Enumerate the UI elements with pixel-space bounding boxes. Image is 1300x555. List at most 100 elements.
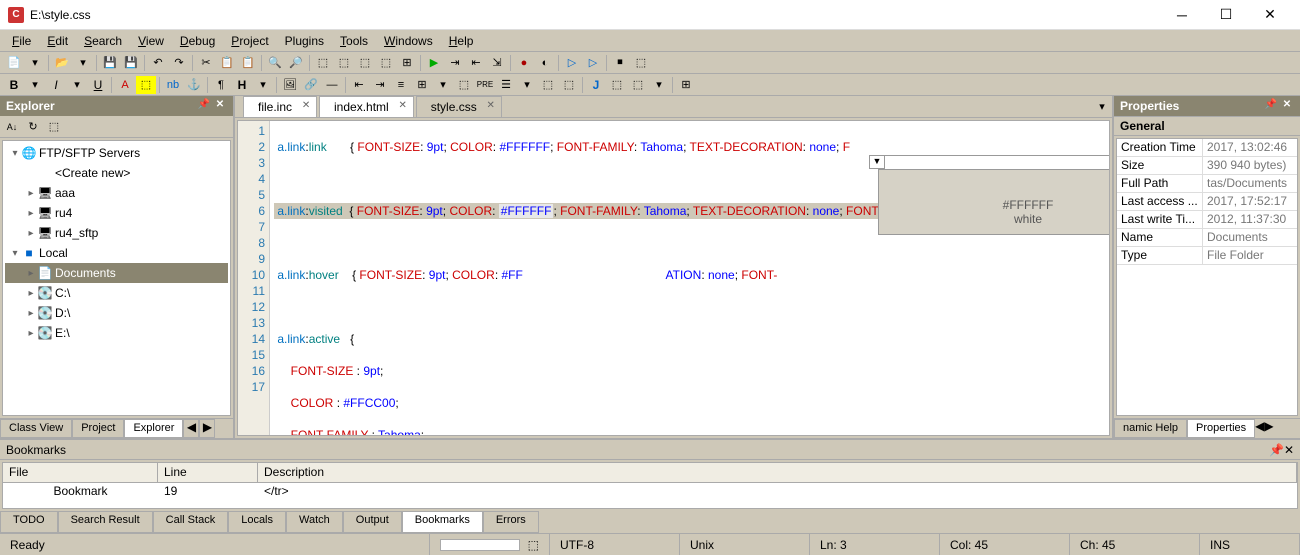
maximize-button[interactable]: ☐: [1204, 1, 1248, 29]
editor-tab-style-css[interactable]: style.css✕: [416, 96, 502, 118]
tab-errors[interactable]: Errors: [483, 511, 539, 533]
tab-properties[interactable]: Properties: [1187, 419, 1255, 438]
anchor-icon[interactable]: ⚓: [184, 76, 204, 94]
tab-locals[interactable]: Locals: [228, 511, 286, 533]
close-icon[interactable]: ✕: [485, 100, 497, 112]
open-icon[interactable]: 📂: [52, 54, 72, 72]
prop-row[interactable]: Full Pathtas/Documents: [1117, 175, 1297, 193]
js-icon[interactable]: J: [586, 76, 606, 94]
underline-icon[interactable]: U: [88, 76, 108, 94]
list-icon[interactable]: ☰: [496, 76, 516, 94]
bold-icon[interactable]: B: [4, 76, 24, 94]
prop-row[interactable]: TypeFile Folder: [1117, 247, 1297, 265]
run-icon[interactable]: ▶: [424, 54, 444, 72]
tree-server-ru4[interactable]: ▸🖥ru4: [5, 203, 228, 223]
refresh-icon[interactable]: ↻: [23, 118, 43, 136]
step-icon[interactable]: ⇥: [445, 54, 465, 72]
dropdown-icon[interactable]: ▾: [517, 76, 537, 94]
tree-create-new[interactable]: <Create new>: [5, 163, 228, 183]
tab-project[interactable]: Project: [72, 419, 124, 438]
font-icon[interactable]: A: [115, 76, 135, 94]
status-ch[interactable]: Ch: 45: [1070, 534, 1200, 555]
tool-icon[interactable]: ◐: [535, 54, 555, 72]
dropdown-icon[interactable]: ▾: [649, 76, 669, 94]
copy-icon[interactable]: 📋: [217, 54, 237, 72]
save-icon[interactable]: 💾: [100, 54, 120, 72]
list-icon[interactable]: ≡: [391, 76, 411, 94]
prop-row[interactable]: NameDocuments: [1117, 229, 1297, 247]
menu-tools[interactable]: Tools: [332, 32, 376, 50]
explorer-tree[interactable]: ▾🌐FTP/SFTP Servers <Create new> ▸🖥aaa ▸🖥…: [2, 140, 231, 416]
hr-icon[interactable]: ―: [322, 76, 342, 94]
dropdown-icon[interactable]: ▾: [253, 76, 273, 94]
dropdown-icon[interactable]: ▾: [25, 76, 45, 94]
menu-help[interactable]: Help: [441, 32, 482, 50]
scroll-left-icon[interactable]: ◀: [183, 419, 199, 438]
close-icon[interactable]: ✕: [300, 100, 312, 112]
dropdown-icon[interactable]: ▾: [67, 76, 87, 94]
link-icon[interactable]: 🔗: [301, 76, 321, 94]
indent-icon[interactable]: ⇤: [349, 76, 369, 94]
redo-icon[interactable]: ↷: [169, 54, 189, 72]
tool-icon[interactable]: ⬚: [628, 76, 648, 94]
tab-explorer[interactable]: Explorer: [124, 419, 183, 438]
tab-menu-icon[interactable]: ▾: [1092, 98, 1112, 116]
sort-icon[interactable]: A↓: [2, 118, 22, 136]
step-icon[interactable]: ⇲: [487, 54, 507, 72]
close-icon[interactable]: ✕: [397, 100, 409, 112]
scroll-right-icon[interactable]: ▶: [1264, 419, 1273, 438]
tree-local[interactable]: ▾■Local: [5, 243, 228, 263]
tree-documents[interactable]: ▸📄Documents: [5, 263, 228, 283]
image-icon[interactable]: 🖼: [280, 76, 300, 94]
play-icon[interactable]: ▷: [562, 54, 582, 72]
paragraph-icon[interactable]: ¶: [211, 76, 231, 94]
tree-server-ru4-sftp[interactable]: ▸🖥ru4_sftp: [5, 223, 228, 243]
menu-windows[interactable]: Windows: [376, 32, 441, 50]
tool-icon[interactable]: ⬚: [559, 76, 579, 94]
paste-icon[interactable]: 📋: [238, 54, 258, 72]
pin-icon[interactable]: 📌: [197, 99, 211, 113]
close-icon[interactable]: ✕: [213, 99, 227, 113]
col-desc[interactable]: Description: [258, 463, 1297, 482]
status-col[interactable]: Col: 45: [940, 534, 1070, 555]
table-icon[interactable]: ⊞: [412, 76, 432, 94]
editor-tab-index-html[interactable]: index.html✕: [319, 96, 414, 118]
tool-icon[interactable]: ⬚: [538, 76, 558, 94]
scroll-right-icon[interactable]: ▶: [199, 419, 215, 438]
highlight-icon[interactable]: ⬚: [136, 76, 156, 94]
tab-search-result[interactable]: Search Result: [58, 511, 153, 533]
code-editor[interactable]: 1234567891011121314151617 a.link:link { …: [237, 120, 1110, 436]
tab-watch[interactable]: Watch: [286, 511, 343, 533]
dropdown-icon[interactable]: ▾: [433, 76, 453, 94]
menu-project[interactable]: Project: [223, 32, 276, 50]
tree-drive-d[interactable]: ▸💽D:\: [5, 303, 228, 323]
pin-icon[interactable]: 📌: [1269, 443, 1284, 457]
status-ins[interactable]: INS: [1200, 534, 1300, 555]
menu-view[interactable]: View: [130, 32, 172, 50]
tool-icon[interactable]: ⬚: [334, 54, 354, 72]
close-icon[interactable]: ✕: [1280, 99, 1294, 113]
editor-tab-file-inc[interactable]: file.inc✕: [243, 96, 317, 118]
col-line[interactable]: Line: [158, 463, 258, 482]
new-file-icon[interactable]: 📄: [4, 54, 24, 72]
prop-row[interactable]: Size390 940 bytes): [1117, 157, 1297, 175]
bookmark-row[interactable]: Bookmark 19 </tr>: [3, 483, 1297, 501]
tab-bookmarks[interactable]: Bookmarks: [402, 511, 483, 533]
tab-call-stack[interactable]: Call Stack: [153, 511, 229, 533]
tool-icon[interactable]: ⬚: [355, 54, 375, 72]
tool-icon[interactable]: ⊞: [397, 54, 417, 72]
pre-icon[interactable]: PRE: [475, 76, 495, 94]
col-file[interactable]: File: [3, 463, 158, 482]
tool-icon[interactable]: ⬚: [607, 76, 627, 94]
close-button[interactable]: ✕: [1248, 1, 1292, 29]
dropdown-arrow-icon[interactable]: ▼: [869, 155, 885, 169]
tree-ftp-root[interactable]: ▾🌐FTP/SFTP Servers: [5, 143, 228, 163]
status-encoding[interactable]: UTF-8: [550, 534, 680, 555]
close-icon[interactable]: ✕: [1284, 443, 1294, 457]
indent-icon[interactable]: ⇥: [370, 76, 390, 94]
menu-file[interactable]: File: [4, 32, 39, 50]
menu-search[interactable]: Search: [76, 32, 130, 50]
find-replace-icon[interactable]: 🔎: [286, 54, 306, 72]
tool-icon[interactable]: ⊞: [676, 76, 696, 94]
heading-icon[interactable]: H: [232, 76, 252, 94]
